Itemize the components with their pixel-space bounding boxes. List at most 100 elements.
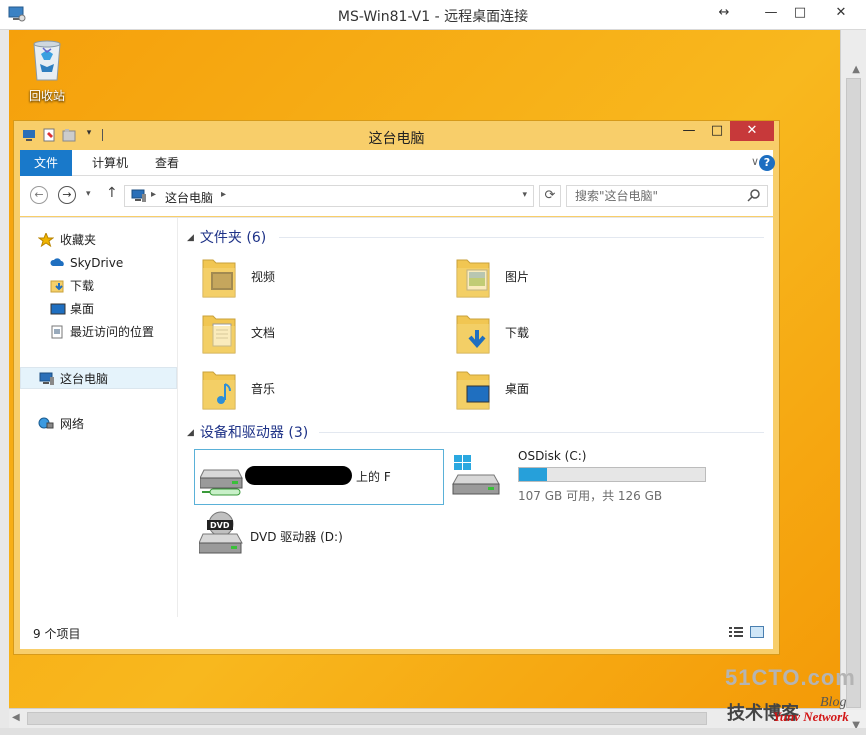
explorer-close-button[interactable]: ✕ [730, 121, 774, 141]
capacity-bar-fill [519, 468, 547, 481]
tiles-view-icon[interactable] [750, 626, 764, 638]
nav-item-label: SkyDrive [70, 256, 124, 270]
tab-view[interactable]: 查看 [141, 150, 193, 176]
desktop-icon-label: 回收站 [28, 89, 65, 103]
nav-item-downloads[interactable]: 下载 [20, 275, 177, 297]
drive-tile-network-f[interactable]: 上的 F [194, 449, 444, 505]
folder-tile-documents[interactable]: 文档 [189, 308, 429, 362]
scroll-up-icon[interactable]: ▲ [852, 64, 860, 75]
search-box [566, 185, 768, 207]
watermark-brand: Yunv Network [773, 709, 849, 724]
address-box[interactable]: ▸ 这台电脑 ▸ ▾ [124, 185, 534, 207]
maximize-button[interactable]: □ [789, 4, 811, 22]
explorer-titlebar: ▾ 这台电脑 — □ ✕ [14, 121, 779, 150]
music-folder-icon [202, 371, 236, 410]
breadcrumb-separator-icon[interactable]: ▸ [221, 189, 226, 200]
collapse-caret-icon[interactable]: ◢ [187, 233, 194, 243]
nav-item-this-pc[interactable]: 这台电脑 [20, 367, 177, 389]
nav-item-label: 网络 [60, 417, 85, 431]
this-pc-icon [131, 189, 146, 202]
folder-label: 下载 [505, 326, 530, 340]
folder-tile-pictures[interactable]: 图片 [443, 252, 683, 306]
nav-item-recent-places[interactable]: 最近访问的位置 [20, 321, 177, 343]
downloads-folder-icon [456, 315, 490, 354]
tab-computer[interactable]: 计算机 [78, 150, 142, 176]
refresh-button[interactable]: ⟳ [539, 185, 561, 207]
help-icon[interactable]: ? [759, 155, 775, 171]
desktop-icon-recycle-bin[interactable]: 回收站 [19, 38, 75, 104]
folder-tile-downloads[interactable]: 下载 [443, 308, 683, 362]
search-input[interactable] [567, 186, 742, 206]
svg-text:DVD: DVD [210, 521, 230, 530]
up-button[interactable]: ↑ [106, 185, 118, 201]
drive-tile-osdisk-c[interactable]: OSDisk (C:) 107 GB 可用，共 126 GB [447, 449, 717, 505]
horizontal-scrollbar[interactable]: ◀ [9, 708, 840, 728]
ribbon: 文件 计算机 查看 ∨ ? [20, 150, 775, 176]
documents-folder-icon [202, 315, 236, 354]
explorer-maximize-button[interactable]: □ [704, 121, 730, 141]
explorer-title: 这台电脑 [368, 131, 425, 147]
devices-group-header[interactable]: ◢ 设备和驱动器 (3) [187, 422, 308, 442]
address-bar-row: ← → ▾ ↑ ▸ 这台电脑 ▸ ▾ ⟳ [20, 176, 773, 216]
watermark-site: 51CTO.com [725, 665, 856, 690]
nav-item-desktop[interactable]: 桌面 [20, 298, 177, 320]
nav-item-network[interactable]: 网络 [20, 413, 177, 435]
folder-label: 音乐 [251, 382, 276, 396]
nav-item-label: 收藏夹 [60, 233, 97, 247]
folder-tile-desktop[interactable]: 桌面 [443, 364, 683, 418]
group-header-label: 文件夹 (6) [199, 230, 267, 246]
this-pc-icon [39, 372, 54, 385]
explorer-minimize-button[interactable]: — [676, 121, 702, 141]
horizontal-scroll-thumb[interactable] [27, 712, 707, 725]
details-view-icon[interactable] [729, 626, 743, 638]
desktop-icon [50, 303, 66, 315]
scroll-left-icon[interactable]: ◀ [12, 712, 20, 723]
main-pane: ◢ 文件夹 (6) 视频 图片 文档 下载 音乐 桌面 ◢ 设备和驱动器 (3)… [179, 218, 773, 618]
downloads-icon [50, 280, 64, 293]
expand-ribbon-chevron-icon[interactable]: ∨ [751, 155, 759, 168]
pictures-folder-icon [456, 259, 490, 298]
breadcrumb-this-pc[interactable]: 这台电脑 [165, 189, 213, 206]
remote-desktop-titlebar: MS-Win81-V1 - 远程桌面连接 ↔ — □ ✕ [0, 0, 866, 30]
nav-item-label: 下载 [70, 279, 95, 293]
drive-tile-dvd-d[interactable]: DVD DVD 驱动器 (D:) [194, 508, 444, 564]
videos-folder-icon [202, 259, 236, 298]
recycle-bin-icon [33, 40, 61, 81]
folder-label: 图片 [505, 270, 530, 284]
minimize-button[interactable]: — [760, 4, 782, 22]
back-button[interactable]: ← [30, 186, 48, 204]
windows-drive-icon [452, 455, 500, 495]
redacted-drive-name [245, 466, 352, 485]
close-button[interactable]: ✕ [830, 4, 852, 22]
tab-file[interactable]: 文件 [20, 150, 73, 176]
drive-label: 上的 F [356, 470, 391, 484]
collapse-caret-icon[interactable]: ◢ [187, 428, 194, 438]
folder-label: 桌面 [505, 382, 530, 396]
recent-locations-chevron-icon[interactable]: ▾ [86, 189, 91, 199]
restore-size-button[interactable]: ↔ [713, 4, 735, 22]
nav-item-skydrive[interactable]: SkyDrive [20, 252, 177, 274]
group-divider [279, 237, 764, 238]
dvd-drive-icon: DVD [199, 511, 243, 554]
network-icon [38, 417, 54, 429]
group-divider [319, 432, 764, 433]
folder-tile-videos[interactable]: 视频 [189, 252, 429, 306]
address-history-chevron-icon[interactable]: ▾ [522, 190, 527, 200]
desktop-folder-icon [456, 371, 490, 410]
folder-tile-music[interactable]: 音乐 [189, 364, 429, 418]
search-icon[interactable] [747, 188, 761, 202]
capacity-bar [518, 467, 706, 482]
folder-label: 文档 [251, 326, 276, 340]
group-header-label: 设备和驱动器 (3) [199, 425, 309, 441]
network-drive-icon [200, 469, 243, 496]
vertical-scrollbar[interactable]: ▲ ▼ [840, 30, 866, 731]
remote-window-title: MS-Win81-V1 - 远程桌面连接 [337, 9, 529, 25]
forward-button[interactable]: → [58, 186, 76, 204]
breadcrumb-separator-icon[interactable]: ▸ [151, 189, 156, 200]
capacity-info: 107 GB 可用，共 126 GB [518, 489, 663, 503]
nav-item-favorites[interactable]: 收藏夹 [20, 229, 177, 251]
star-icon [38, 233, 54, 247]
folders-group-header[interactable]: ◢ 文件夹 (6) [187, 227, 266, 247]
status-item-count: 9 个项目 [33, 627, 81, 641]
vertical-scroll-thumb[interactable] [846, 78, 861, 708]
